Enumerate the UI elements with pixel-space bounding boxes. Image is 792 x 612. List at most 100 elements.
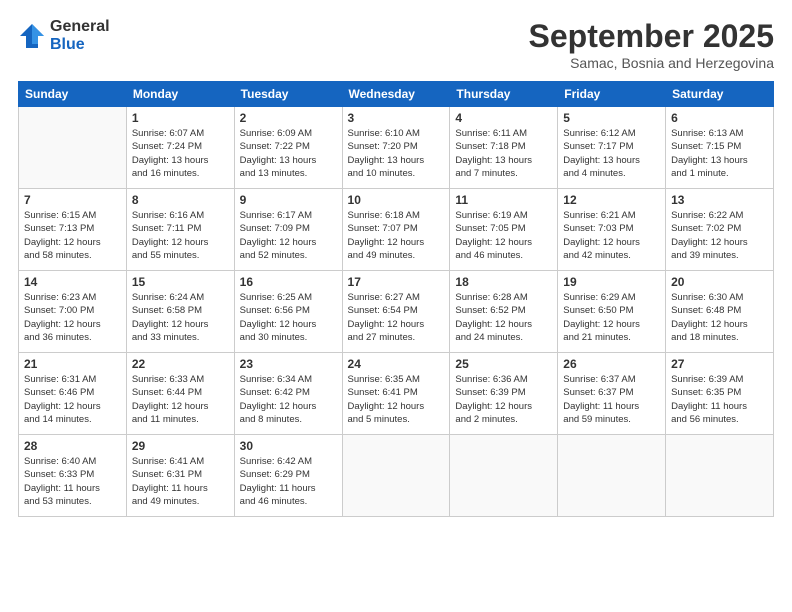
day-number: 3	[348, 111, 445, 125]
title-block: September 2025 Samac, Bosnia and Herzego…	[529, 18, 774, 71]
day-number: 2	[240, 111, 337, 125]
calendar-cell: 28 Sunrise: 6:40 AM Sunset: 6:33 PM Dayli…	[19, 435, 127, 517]
calendar-cell: 17 Sunrise: 6:27 AM Sunset: 6:54 PM Dayli…	[342, 271, 450, 353]
day-info: Sunrise: 6:25 AM Sunset: 6:56 PM Dayligh…	[240, 291, 337, 344]
calendar-cell: 4 Sunrise: 6:11 AM Sunset: 7:18 PM Daylig…	[450, 107, 558, 189]
calendar-header-thursday: Thursday	[450, 82, 558, 107]
calendar-cell: 11Sunrise: 6:19 AM Sunset: 7:05 PM Dayli…	[450, 189, 558, 271]
day-number: 28	[24, 439, 121, 453]
day-number: 13	[671, 193, 768, 207]
calendar-cell: 9 Sunrise: 6:17 AM Sunset: 7:09 PM Daylig…	[234, 189, 342, 271]
day-info: Sunrise: 6:19 AM Sunset: 7:05 PM Dayligh…	[455, 209, 552, 262]
calendar-week-5: 28 Sunrise: 6:40 AM Sunset: 6:33 PM Dayli…	[19, 435, 774, 517]
calendar-cell: 5 Sunrise: 6:12 AM Sunset: 7:17 PM Daylig…	[558, 107, 666, 189]
day-info: Sunrise: 6:09 AM Sunset: 7:22 PM Dayligh…	[240, 127, 337, 180]
day-number: 19	[563, 275, 660, 289]
day-info: Sunrise: 6:40 AM Sunset: 6:33 PM Dayligh…	[24, 455, 121, 508]
calendar-week-2: 7 Sunrise: 6:15 AM Sunset: 7:13 PM Daylig…	[19, 189, 774, 271]
day-info: Sunrise: 6:15 AM Sunset: 7:13 PM Dayligh…	[24, 209, 121, 262]
day-info: Sunrise: 6:39 AM Sunset: 6:35 PM Dayligh…	[671, 373, 768, 426]
calendar-cell: 27 Sunrise: 6:39 AM Sunset: 6:35 PM Dayli…	[666, 353, 774, 435]
calendar-cell: 1Sunrise: 6:07 AM Sunset: 7:24 PM Daylig…	[126, 107, 234, 189]
day-number: 6	[671, 111, 768, 125]
day-info: Sunrise: 6:18 AM Sunset: 7:07 PM Dayligh…	[348, 209, 445, 262]
calendar-cell: 13 Sunrise: 6:22 AM Sunset: 7:02 PM Dayli…	[666, 189, 774, 271]
calendar-cell: 2 Sunrise: 6:09 AM Sunset: 7:22 PM Daylig…	[234, 107, 342, 189]
calendar-cell: 25Sunrise: 6:36 AM Sunset: 6:39 PM Dayli…	[450, 353, 558, 435]
day-number: 23	[240, 357, 337, 371]
day-number: 20	[671, 275, 768, 289]
day-number: 15	[132, 275, 229, 289]
calendar-cell: 20 Sunrise: 6:30 AM Sunset: 6:48 PM Dayli…	[666, 271, 774, 353]
day-number: 27	[671, 357, 768, 371]
calendar-cell: 12Sunrise: 6:21 AM Sunset: 7:03 PM Dayli…	[558, 189, 666, 271]
calendar-cell: 16 Sunrise: 6:25 AM Sunset: 6:56 PM Dayli…	[234, 271, 342, 353]
calendar-cell: 7 Sunrise: 6:15 AM Sunset: 7:13 PM Daylig…	[19, 189, 127, 271]
day-info: Sunrise: 6:30 AM Sunset: 6:48 PM Dayligh…	[671, 291, 768, 344]
day-number: 14	[24, 275, 121, 289]
day-number: 22	[132, 357, 229, 371]
day-number: 30	[240, 439, 337, 453]
day-info: Sunrise: 6:41 AM Sunset: 6:31 PM Dayligh…	[132, 455, 229, 508]
calendar-header-sunday: Sunday	[19, 82, 127, 107]
day-number: 1	[132, 111, 229, 125]
day-number: 5	[563, 111, 660, 125]
calendar-cell: 6Sunrise: 6:13 AM Sunset: 7:15 PM Daylig…	[666, 107, 774, 189]
calendar-header-tuesday: Tuesday	[234, 82, 342, 107]
day-info: Sunrise: 6:28 AM Sunset: 6:52 PM Dayligh…	[455, 291, 552, 344]
calendar-cell	[342, 435, 450, 517]
day-number: 24	[348, 357, 445, 371]
day-info: Sunrise: 6:17 AM Sunset: 7:09 PM Dayligh…	[240, 209, 337, 262]
header: General Blue September 2025 Samac, Bosni…	[18, 18, 774, 71]
day-info: Sunrise: 6:24 AM Sunset: 6:58 PM Dayligh…	[132, 291, 229, 344]
calendar-cell: 19 Sunrise: 6:29 AM Sunset: 6:50 PM Dayli…	[558, 271, 666, 353]
day-info: Sunrise: 6:10 AM Sunset: 7:20 PM Dayligh…	[348, 127, 445, 180]
logo-icon	[18, 22, 46, 50]
day-info: Sunrise: 6:29 AM Sunset: 6:50 PM Dayligh…	[563, 291, 660, 344]
day-info: Sunrise: 6:11 AM Sunset: 7:18 PM Dayligh…	[455, 127, 552, 180]
day-number: 17	[348, 275, 445, 289]
calendar-week-3: 14 Sunrise: 6:23 AM Sunset: 7:00 PM Dayli…	[19, 271, 774, 353]
calendar-cell: 8Sunrise: 6:16 AM Sunset: 7:11 PM Daylig…	[126, 189, 234, 271]
calendar-cell: 30 Sunrise: 6:42 AM Sunset: 6:29 PM Dayli…	[234, 435, 342, 517]
page: General Blue September 2025 Samac, Bosni…	[0, 0, 792, 612]
day-info: Sunrise: 6:23 AM Sunset: 7:00 PM Dayligh…	[24, 291, 121, 344]
day-info: Sunrise: 6:31 AM Sunset: 6:46 PM Dayligh…	[24, 373, 121, 426]
calendar-week-1: 1Sunrise: 6:07 AM Sunset: 7:24 PM Daylig…	[19, 107, 774, 189]
day-number: 18	[455, 275, 552, 289]
day-number: 10	[348, 193, 445, 207]
calendar-cell: 21 Sunrise: 6:31 AM Sunset: 6:46 PM Dayli…	[19, 353, 127, 435]
calendar-cell: 14 Sunrise: 6:23 AM Sunset: 7:00 PM Dayli…	[19, 271, 127, 353]
calendar-header-monday: Monday	[126, 82, 234, 107]
calendar-header-wednesday: Wednesday	[342, 82, 450, 107]
day-info: Sunrise: 6:34 AM Sunset: 6:42 PM Dayligh…	[240, 373, 337, 426]
calendar-cell: 3 Sunrise: 6:10 AM Sunset: 7:20 PM Daylig…	[342, 107, 450, 189]
calendar-cell	[558, 435, 666, 517]
location: Samac, Bosnia and Herzegovina	[529, 55, 774, 71]
logo-general-label: General	[50, 18, 110, 36]
day-info: Sunrise: 6:27 AM Sunset: 6:54 PM Dayligh…	[348, 291, 445, 344]
calendar-week-4: 21 Sunrise: 6:31 AM Sunset: 6:46 PM Dayli…	[19, 353, 774, 435]
day-number: 26	[563, 357, 660, 371]
day-info: Sunrise: 6:12 AM Sunset: 7:17 PM Dayligh…	[563, 127, 660, 180]
calendar-header-row: SundayMondayTuesdayWednesdayThursdayFrid…	[19, 82, 774, 107]
calendar-cell	[450, 435, 558, 517]
calendar-header-friday: Friday	[558, 82, 666, 107]
day-number: 29	[132, 439, 229, 453]
calendar-cell	[666, 435, 774, 517]
day-info: Sunrise: 6:35 AM Sunset: 6:41 PM Dayligh…	[348, 373, 445, 426]
day-number: 9	[240, 193, 337, 207]
day-number: 21	[24, 357, 121, 371]
day-info: Sunrise: 6:42 AM Sunset: 6:29 PM Dayligh…	[240, 455, 337, 508]
day-info: Sunrise: 6:22 AM Sunset: 7:02 PM Dayligh…	[671, 209, 768, 262]
calendar-cell: 23 Sunrise: 6:34 AM Sunset: 6:42 PM Dayli…	[234, 353, 342, 435]
day-info: Sunrise: 6:16 AM Sunset: 7:11 PM Dayligh…	[132, 209, 229, 262]
day-info: Sunrise: 6:37 AM Sunset: 6:37 PM Dayligh…	[563, 373, 660, 426]
day-number: 16	[240, 275, 337, 289]
month-title: September 2025	[529, 18, 774, 55]
calendar-header-saturday: Saturday	[666, 82, 774, 107]
day-number: 4	[455, 111, 552, 125]
day-number: 7	[24, 193, 121, 207]
calendar-cell: 10 Sunrise: 6:18 AM Sunset: 7:07 PM Dayli…	[342, 189, 450, 271]
logo: General Blue	[18, 18, 110, 53]
